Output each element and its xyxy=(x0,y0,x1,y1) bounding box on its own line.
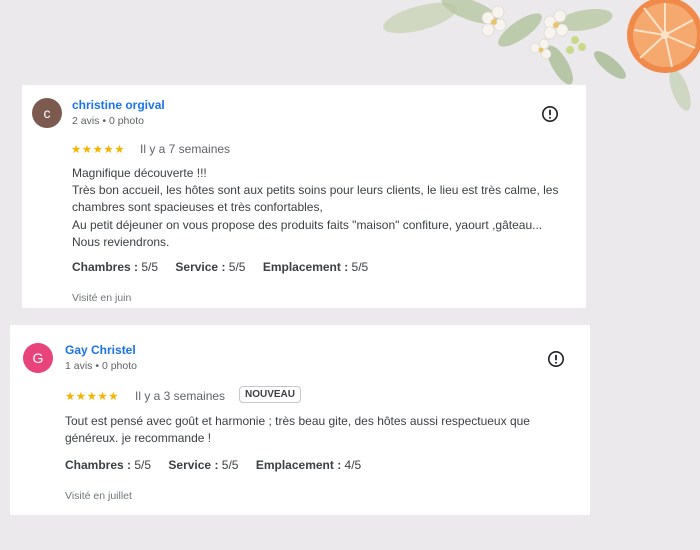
reviewer-name[interactable]: Gay Christel xyxy=(65,343,136,357)
star-rating: ★★★★★ xyxy=(65,391,120,403)
rating-rooms: Chambres : 5/5 xyxy=(65,458,152,472)
review-date: Il y a 3 semaines xyxy=(135,389,226,403)
rating-service: Service : 5/5 xyxy=(168,458,239,472)
sub-ratings: Chambres : 5/5 Service : 5/5 Emplacement… xyxy=(72,260,382,274)
avatar-letter: G xyxy=(32,350,44,366)
review-line: Magnifique découverte !!! xyxy=(72,166,207,180)
sub-ratings: Chambres : 5/5 Service : 5/5 Emplacement… xyxy=(65,458,375,472)
rating-location: Emplacement : 5/5 xyxy=(262,260,369,274)
review-card: G Gay Christel 1 avis • 0 photo ★★★★★ Il… xyxy=(10,325,590,515)
rating-service: Service : 5/5 xyxy=(175,260,246,274)
star-rating: ★★★★★ xyxy=(71,144,126,156)
review-line: Tout est pensé avec goût et harmonie ; t… xyxy=(65,414,530,428)
review-text: Magnifique découverte !!! Très bon accue… xyxy=(72,165,558,251)
review-date: Il y a 7 semaines xyxy=(140,142,231,156)
review-line: chambres sont spacieuses et très confort… xyxy=(72,200,323,215)
review-text: Tout est pensé avec goût et harmonie ; t… xyxy=(65,413,530,447)
avatar[interactable]: c xyxy=(32,98,62,128)
new-badge: NOUVEAU xyxy=(239,386,302,403)
avatar[interactable]: G xyxy=(23,343,53,373)
review-line: généreux. je recommande ! xyxy=(65,431,212,446)
review-line: Au petit déjeuner on vous propose des pr… xyxy=(72,217,543,232)
reviewer-name[interactable]: christine orgival xyxy=(72,98,165,112)
visit-date: Visité en juin xyxy=(72,292,132,304)
review-line: Très bon accueil, les hôtes sont aux pet… xyxy=(72,183,559,198)
review-card: c christine orgival 2 avis • 0 photo ★★★… xyxy=(22,85,586,308)
rating-rooms: Chambres : 5/5 xyxy=(72,260,159,274)
review-line: Nous reviendrons. xyxy=(72,234,170,249)
report-icon[interactable] xyxy=(541,105,559,123)
reviewer-meta: 2 avis • 0 photo xyxy=(72,115,144,127)
reviewer-meta: 1 avis • 0 photo xyxy=(65,360,137,372)
avatar-letter: c xyxy=(43,105,51,121)
visit-date: Visité en juillet xyxy=(65,490,132,502)
rating-location: Emplacement : 4/5 xyxy=(255,458,362,472)
report-icon[interactable] xyxy=(547,350,565,368)
